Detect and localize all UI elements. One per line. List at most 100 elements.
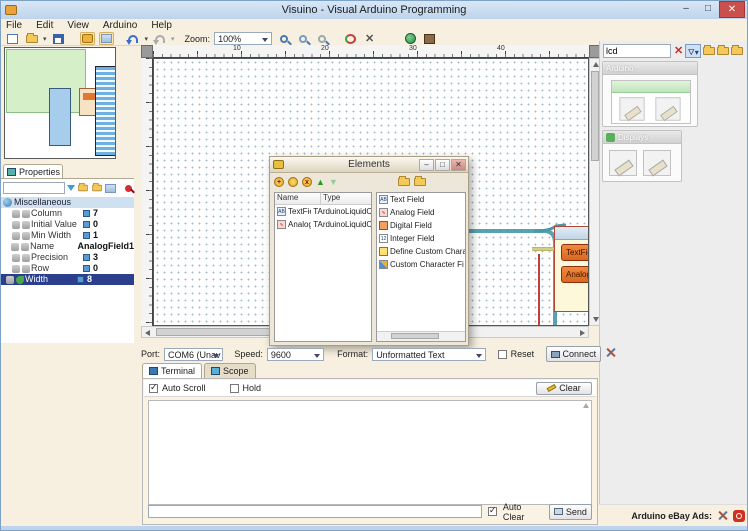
add-element-icon[interactable]: + <box>274 177 284 187</box>
property-row-name[interactable]: Name AnalogField1 <box>1 241 134 252</box>
column-type[interactable]: Type <box>321 193 340 204</box>
dialog-close-button[interactable]: ✕ <box>451 158 466 171</box>
new-category-icon[interactable] <box>703 45 716 55</box>
palette-hscroll-thumb[interactable] <box>391 333 439 339</box>
component-header[interactable]: LiquidCrystalDisplay1 <box>555 227 588 240</box>
card-header[interactable]: Displays <box>603 131 681 144</box>
component-liquidcrystaldisplay[interactable]: LiquidCrystalDisplay1 TextField1 AnalogF… <box>554 226 588 312</box>
expand-categories-icon[interactable] <box>717 45 730 55</box>
collapse-folder-icon[interactable] <box>92 183 102 192</box>
element-textfield[interactable]: TextField1 <box>561 244 588 261</box>
elements-dialog-titlebar[interactable]: Elements – □ ✕ <box>270 157 468 173</box>
property-row-width-selected[interactable]: Width 8 <box>1 274 134 285</box>
component-thumbnail[interactable] <box>655 97 681 121</box>
minimize-button[interactable]: – <box>675 1 697 18</box>
open-button[interactable] <box>24 32 39 45</box>
property-row-column[interactable]: Column 7 <box>1 208 134 219</box>
property-value[interactable]: 8 <box>87 274 92 285</box>
palette-item-custom-character-field[interactable]: Custom Character Fi <box>377 258 465 271</box>
hold-checkbox[interactable] <box>229 383 239 393</box>
menu-edit[interactable]: Edit <box>36 20 53 31</box>
pin-icon[interactable] <box>125 184 132 192</box>
menu-arduino[interactable]: Arduino <box>103 20 137 31</box>
collapse-all-icon[interactable] <box>413 176 426 186</box>
palette-item-analog-field[interactable]: ∿ Analog Field <box>377 206 465 219</box>
element-analogfield[interactable]: AnalogField1 <box>561 266 588 283</box>
scroll-left-arrow[interactable] <box>145 330 150 336</box>
component-preview[interactable] <box>611 80 691 124</box>
zoom-reset-button[interactable] <box>314 32 329 45</box>
send-button[interactable]: Send <box>548 503 592 520</box>
toggle-panels-button[interactable] <box>79 32 95 45</box>
tab-properties[interactable]: Properties <box>3 164 63 179</box>
elements-list[interactable]: Name Type AB TextField1 TArduinoLiquidCr… <box>274 192 372 342</box>
tab-terminal[interactable]: Terminal <box>142 363 203 378</box>
component-thumbnail[interactable] <box>643 150 671 176</box>
column-name[interactable]: Name <box>275 193 321 204</box>
move-up-icon[interactable]: ▲ <box>316 177 325 187</box>
reset-checkbox[interactable] <box>497 349 507 359</box>
zoom-combobox[interactable]: 100% <box>214 32 273 45</box>
add-child-element-icon[interactable] <box>288 177 298 187</box>
property-value[interactable]: 3 <box>93 252 98 263</box>
menu-help[interactable]: Help <box>151 20 172 31</box>
palette-item-text-field[interactable]: AB Text Field <box>377 193 465 206</box>
redo-dropdown-arrow[interactable]: ▾ <box>171 35 175 43</box>
property-row-min-width[interactable]: Min Width 1 <box>1 230 134 241</box>
palette-item-digital-field[interactable]: Digital Field <box>377 219 465 232</box>
undo-button[interactable] <box>126 32 141 45</box>
delete-button[interactable]: ✕ <box>362 32 377 45</box>
save-button[interactable] <box>51 32 66 45</box>
dialog-maximize-button[interactable]: □ <box>435 158 450 171</box>
component-thumbnail[interactable] <box>609 150 637 176</box>
terminal-output-area[interactable] <box>148 400 592 505</box>
web-button[interactable] <box>403 32 418 45</box>
component-thumbnail[interactable] <box>619 97 645 121</box>
overview-minimap[interactable] <box>4 47 116 159</box>
collapse-categories-icon[interactable] <box>731 45 744 55</box>
filter-funnel-icon[interactable] <box>67 185 75 191</box>
expand-folder-icon[interactable] <box>78 183 88 192</box>
minimap-viewport[interactable] <box>6 49 86 113</box>
property-row-initial-value[interactable]: Initial Value 0 <box>1 219 134 230</box>
clear-button[interactable]: Clear <box>536 381 592 395</box>
auto-scroll-checkbox[interactable] <box>149 382 158 393</box>
element-row-analogfield[interactable]: ∿ Analog... TArduinoLiquidCrystal... <box>275 218 371 231</box>
delete-element-icon[interactable]: x <box>302 177 312 187</box>
property-value[interactable]: 0 <box>93 219 98 230</box>
ads-settings-icon[interactable] <box>717 510 728 521</box>
properties-filter-input[interactable] <box>3 182 65 194</box>
new-button[interactable] <box>5 32 20 45</box>
format-combobox[interactable]: Unformatted Text <box>372 347 487 361</box>
elements-dialog[interactable]: Elements – □ ✕ + x ▲ ▼ Name Type AB Text… <box>269 156 469 346</box>
menu-file[interactable]: File <box>6 20 22 31</box>
sync-button[interactable] <box>343 32 358 45</box>
toggle-grid-button[interactable] <box>98 32 114 45</box>
menu-view[interactable]: View <box>67 20 89 31</box>
palette-item-integer-field[interactable]: 12 Integer Field <box>377 232 465 245</box>
clear-search-icon[interactable]: ✕ <box>674 46 683 57</box>
dialog-minimize-button[interactable]: – <box>419 158 434 171</box>
filter-view-button[interactable]: 🜄▾ <box>685 44 702 58</box>
open-dropdown-arrow[interactable]: ▾ <box>43 35 47 43</box>
component-search-input[interactable] <box>603 44 671 58</box>
toolbox-card-displays[interactable]: Displays <box>602 130 682 182</box>
maximize-button[interactable]: □ <box>697 1 719 18</box>
undo-dropdown-arrow[interactable]: ▾ <box>145 35 149 43</box>
tab-scope[interactable]: Scope <box>204 363 256 378</box>
palette-item-define-custom-character[interactable]: Define Custom Chara <box>377 245 465 258</box>
send-message-input[interactable] <box>148 505 482 518</box>
zoom-in-button[interactable] <box>276 32 291 45</box>
card-header[interactable]: Arduino <box>603 62 697 75</box>
connect-button[interactable]: Connect <box>545 346 601 362</box>
auto-clear-checkbox[interactable] <box>487 505 497 516</box>
property-value[interactable]: 0 <box>93 263 98 274</box>
property-value[interactable]: 1 <box>93 230 98 241</box>
speed-combobox[interactable]: 9600 <box>266 347 324 361</box>
ads-stop-icon[interactable] <box>733 509 745 522</box>
redo-button[interactable] <box>152 32 167 45</box>
zoom-out-button[interactable] <box>295 32 310 45</box>
property-row-precision[interactable]: Precision 3 <box>1 252 134 263</box>
vscroll-thumb[interactable] <box>591 71 599 161</box>
property-value[interactable]: 7 <box>93 208 98 219</box>
